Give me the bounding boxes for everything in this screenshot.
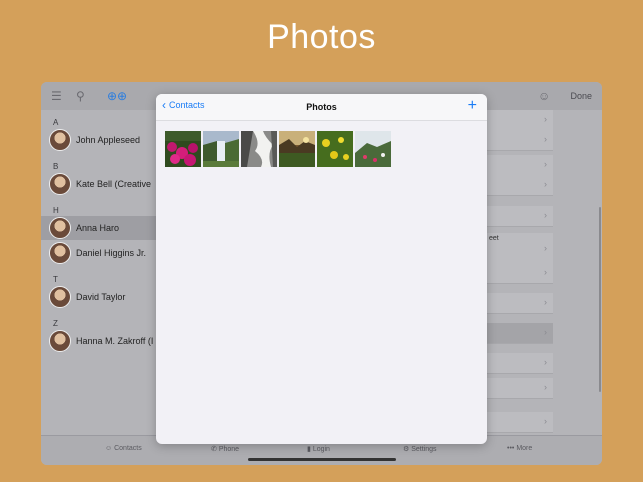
section-header: T — [53, 275, 58, 284]
avatar — [49, 330, 71, 352]
contact-name: Hanna M. Zakroff (I — [76, 336, 154, 346]
photo-thumbnail-waterfall[interactable] — [203, 131, 239, 167]
contacts-group-icon: ☺ — [538, 89, 551, 103]
photo-thumbnail-canyon-sunset[interactable] — [279, 131, 315, 167]
tab-more: ••• More — [507, 445, 533, 452]
photo-thumbnail-coastal-hill[interactable] — [355, 131, 391, 167]
photos-modal: ‹ Contacts Photos + — [156, 94, 487, 444]
contact-name: Daniel Higgins Jr. — [76, 248, 147, 258]
detail-cell: › — [487, 263, 553, 284]
promo-headline: Photos — [267, 18, 376, 56]
photo-thumbnail-cascade[interactable] — [241, 131, 277, 167]
contact-row: John Appleseed — [49, 128, 157, 152]
chevron-right-icon: › — [544, 416, 547, 426]
avatar — [49, 286, 71, 308]
photo-thumbnail-pink-flowers[interactable] — [165, 131, 201, 167]
chevron-right-icon: › — [544, 382, 547, 392]
key-icon: ▮ — [307, 446, 311, 453]
section-header: Z — [53, 319, 58, 328]
contact-row: Hanna M. Zakroff (I — [49, 329, 157, 353]
avatar — [49, 173, 71, 195]
section-header: A — [53, 118, 59, 127]
contact-row: David Taylor — [49, 285, 157, 309]
menu-icon: ☰ — [51, 89, 62, 103]
more-dots-icon: ••• — [507, 445, 515, 452]
chevron-right-icon: › — [544, 134, 547, 144]
detail-cell: › — [487, 353, 553, 374]
detail-cell: › — [487, 323, 553, 344]
chevron-right-icon: › — [544, 267, 547, 277]
detail-cell: › — [487, 206, 553, 227]
phone-icon: ✆ — [211, 446, 217, 453]
detail-cell: › — [487, 412, 553, 433]
chevron-right-icon: › — [544, 243, 547, 253]
modal-title: Photos — [306, 102, 337, 112]
chevron-right-icon: › — [544, 159, 547, 169]
search-icon: ⚲ — [76, 89, 85, 103]
chevron-right-icon: › — [544, 297, 547, 307]
section-header: B — [53, 162, 59, 171]
detail-cell: › — [487, 175, 553, 196]
contact-name: Kate Bell (Creative — [76, 179, 152, 189]
section-header: H — [53, 206, 59, 215]
gear-icon: ⚙ — [403, 446, 410, 453]
chevron-right-icon: › — [544, 210, 547, 220]
done-button: Done — [570, 91, 592, 101]
chevron-right-icon: › — [544, 327, 547, 337]
detail-cell: › — [487, 110, 553, 131]
tab-phone: ✆ Phone — [211, 446, 240, 453]
avatar — [49, 242, 71, 264]
modal-navbar: ‹ Contacts Photos + — [156, 94, 487, 121]
photo-grid — [165, 131, 391, 167]
scrollbar — [599, 207, 601, 392]
detail-cell: › — [487, 130, 553, 151]
contact-row: Kate Bell (Creative — [49, 172, 157, 196]
contact-name: Anna Haro — [76, 223, 120, 233]
contacts-list: A John Appleseed B Kate Bell (Creative H… — [41, 110, 157, 435]
chevron-right-icon: › — [544, 114, 547, 124]
zoom-icon: ⊕⊕ — [107, 89, 128, 103]
avatar — [49, 217, 71, 239]
detail-cells: › › › › › eet › › › › › › › — [487, 110, 553, 435]
avatar — [49, 129, 71, 151]
tab-contacts: ☺ Contacts — [105, 445, 142, 452]
chevron-right-icon: › — [544, 179, 547, 189]
home-indicator — [248, 458, 396, 461]
detail-cell: eet › — [487, 233, 553, 264]
detail-cell: › — [487, 378, 553, 399]
tab-settings: ⚙ Settings — [403, 446, 437, 453]
contact-name: David Taylor — [76, 292, 126, 302]
photo-thumbnail-yellow-flowers[interactable] — [317, 131, 353, 167]
contact-name: John Appleseed — [76, 135, 141, 145]
tab-login: ▮ Login — [307, 446, 330, 453]
person-circle-icon: ☺ — [105, 445, 113, 452]
contact-row-selected: Anna Haro — [41, 216, 157, 240]
chevron-right-icon: › — [544, 357, 547, 367]
detail-fragment: eet — [489, 235, 499, 242]
detail-cell: › — [487, 155, 553, 176]
contact-row: Daniel Higgins Jr. — [49, 241, 157, 265]
add-photo-button[interactable]: + — [468, 97, 477, 115]
detail-cell: › — [487, 293, 553, 314]
